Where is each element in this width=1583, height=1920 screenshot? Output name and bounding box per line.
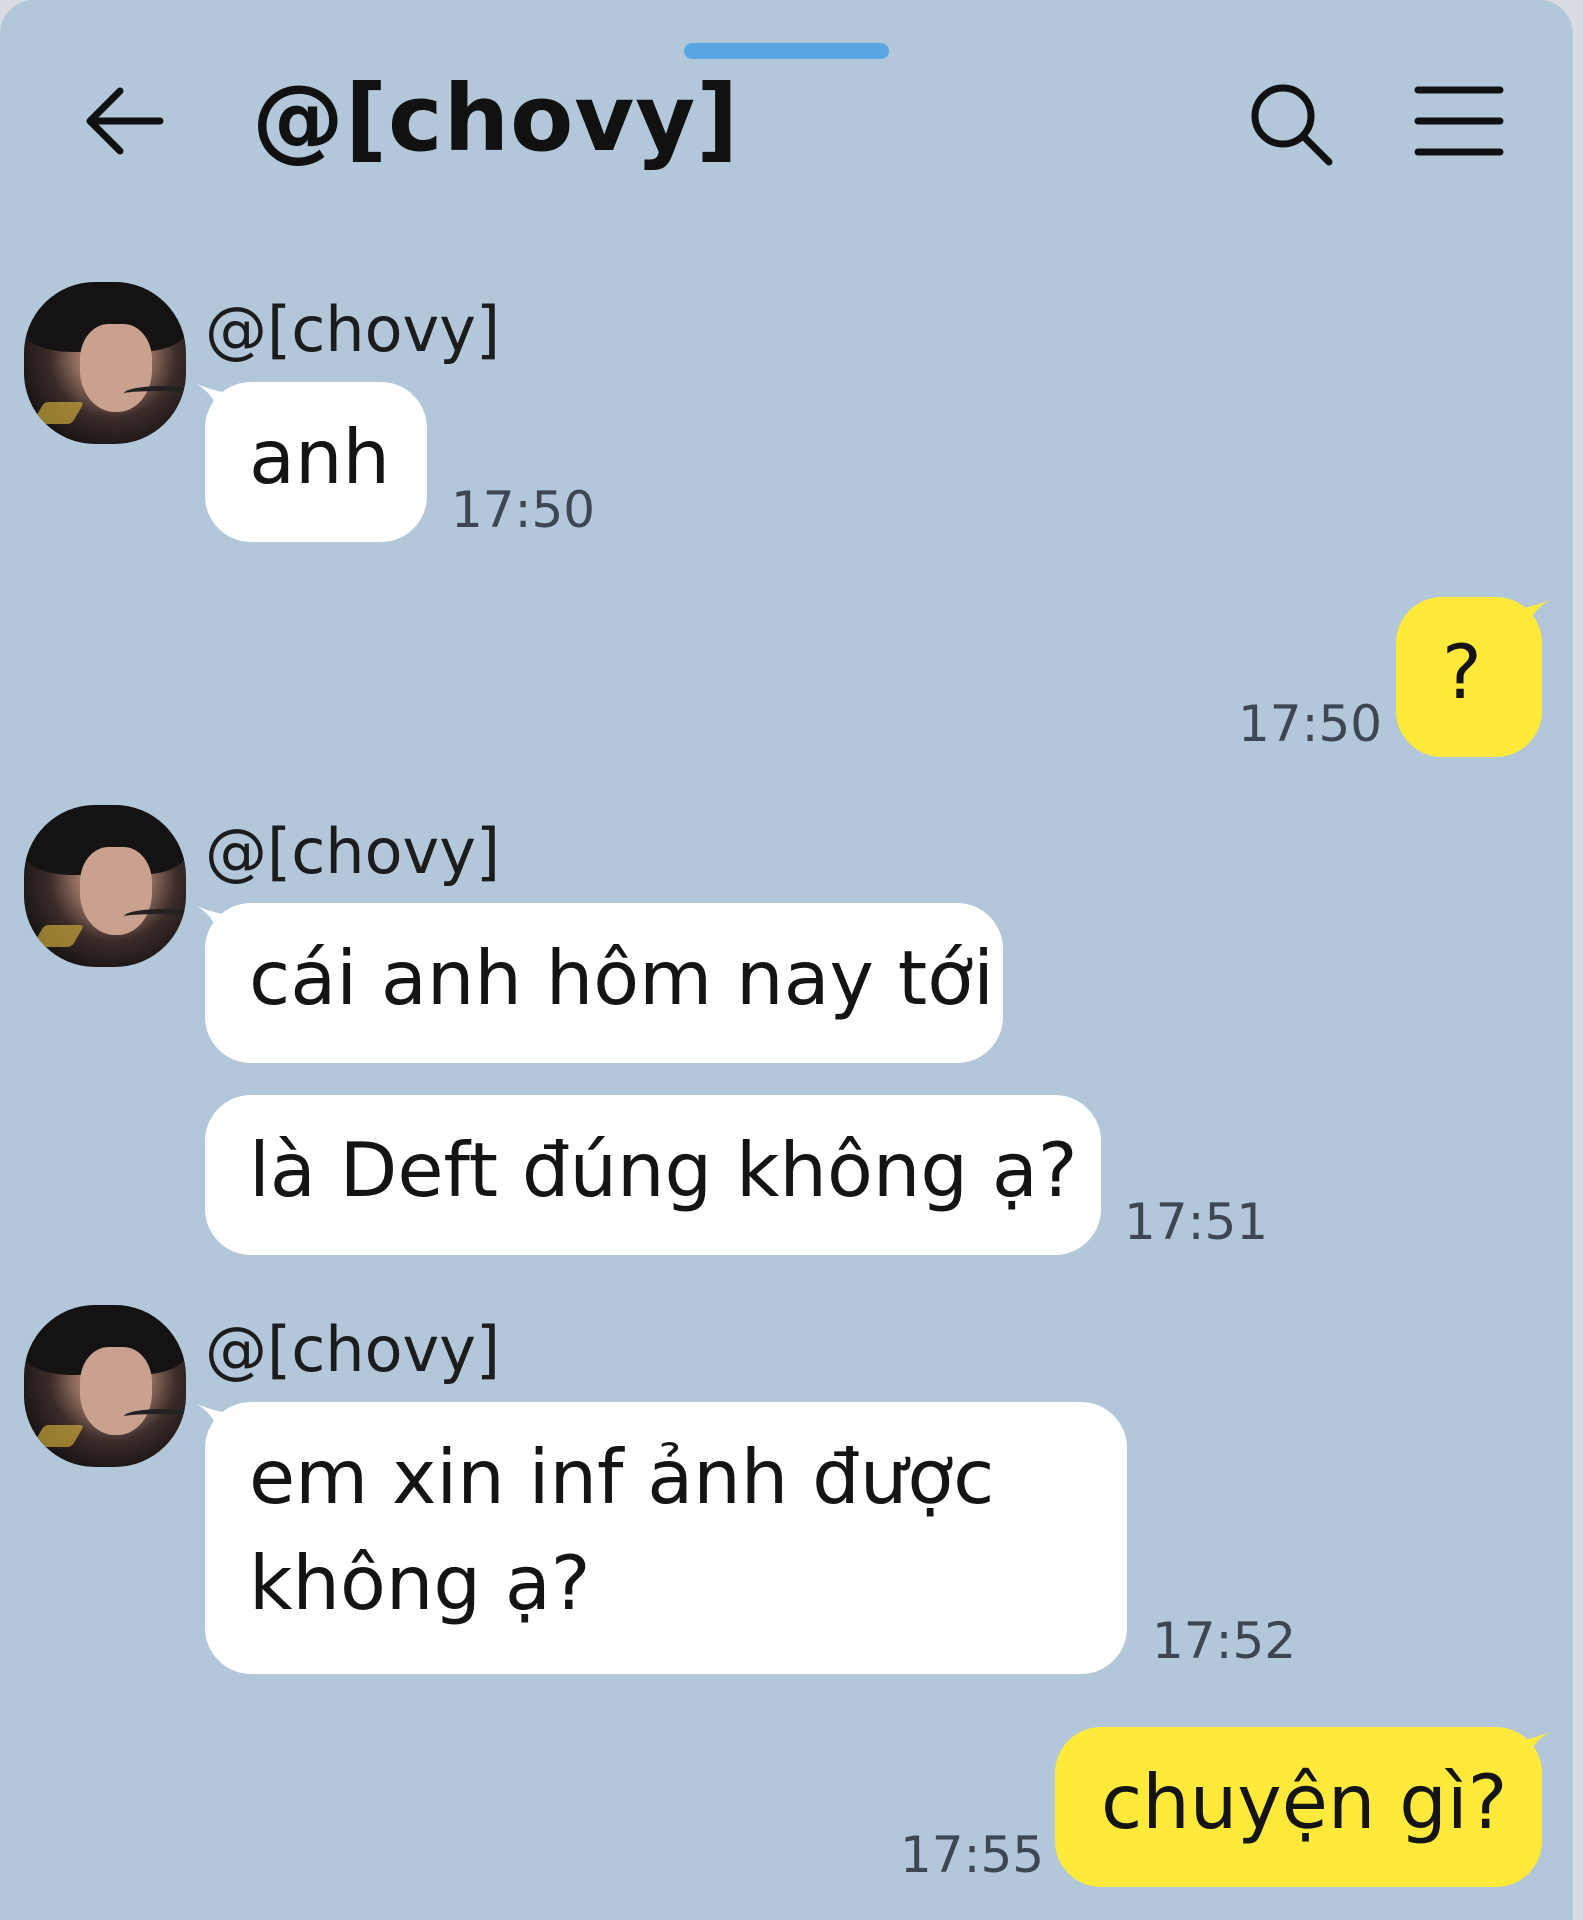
- chat-title: @[chovy]: [252, 65, 740, 172]
- search-icon[interactable]: [1245, 78, 1335, 168]
- message-time: 17:51: [1124, 1193, 1269, 1251]
- arrow-left-icon[interactable]: [80, 78, 166, 164]
- message-bubble-own[interactable]: chuyện gì?: [1055, 1727, 1542, 1887]
- sender-name: @[chovy]: [205, 1313, 501, 1386]
- message-time: 17:50: [451, 481, 596, 539]
- message-bubble[interactable]: cái anh hôm nay tới: [205, 903, 1003, 1063]
- message-bubble[interactable]: em xin inf ảnh được không ạ?: [205, 1402, 1127, 1674]
- chat-screen: @[chovy] @[chovy] anh 17:50 ? 17:50 @[ch…: [0, 0, 1573, 1920]
- hamburger-menu-icon[interactable]: [1414, 84, 1504, 158]
- message-time: 17:55: [900, 1826, 1045, 1884]
- message-time: 17:50: [1238, 695, 1383, 753]
- message-bubble-own[interactable]: ?: [1396, 597, 1542, 757]
- message-line: em xin inf ảnh được: [249, 1433, 995, 1521]
- avatar[interactable]: [24, 805, 186, 967]
- message-bubble[interactable]: là Deft đúng không ạ?: [205, 1095, 1101, 1255]
- message-line: không ạ?: [249, 1539, 591, 1627]
- grab-handle[interactable]: [684, 43, 889, 59]
- sender-name: @[chovy]: [205, 815, 501, 888]
- message-bubble[interactable]: anh: [205, 382, 427, 542]
- avatar[interactable]: [24, 1305, 186, 1467]
- message-time: 17:52: [1152, 1612, 1297, 1670]
- sender-name: @[chovy]: [205, 293, 501, 366]
- avatar[interactable]: [24, 282, 186, 444]
